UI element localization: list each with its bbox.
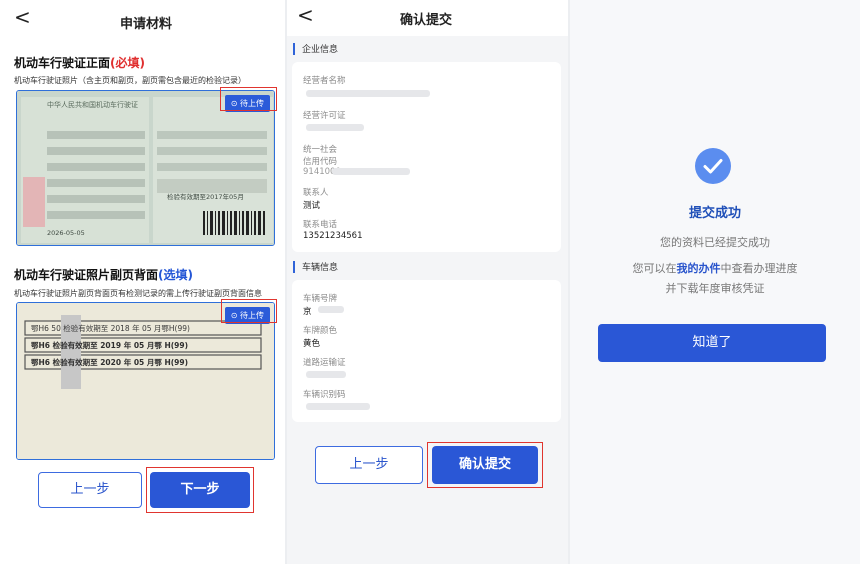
back-chevron-icon[interactable]: < bbox=[14, 7, 31, 27]
front-title-text: 机动车行驶证正面 bbox=[14, 56, 111, 70]
transport-permit-value-redacted bbox=[306, 371, 346, 378]
plate-number-label: 车辆号牌 bbox=[303, 294, 338, 304]
stamp-2019: 鄂H6 检验有效期至 2019 年 05 月鄂 H(99) bbox=[31, 340, 188, 350]
business-license-value-redacted bbox=[306, 124, 364, 131]
front-license-photo[interactable]: 中华人民共和国机动车行驶证 检验有效期至2017年05月 2026-05-05 … bbox=[16, 90, 275, 246]
got-it-button[interactable]: 知道了 bbox=[598, 324, 826, 362]
company-info-header: 企业信息 bbox=[290, 38, 562, 60]
license-front-image: 中华人民共和国机动车行驶证 检验有效期至2017年05月 2026-05-05 bbox=[17, 91, 274, 245]
company-info-card: 经营者名称 经营许可证 统一社会 信用代码 9141000 联系人 测试 联系电… bbox=[292, 62, 561, 252]
submit-success-screen: 提交成功 您的资料已经提交成功 您可以在我的办件中查看办理进度 并下载年度审核凭… bbox=[570, 0, 860, 564]
plate-number-value-redacted bbox=[318, 306, 344, 313]
contact-value: 测试 bbox=[303, 201, 321, 211]
hint-prefix: 您可以在 bbox=[632, 262, 677, 275]
vehicle-info-header-text: 车辆信息 bbox=[302, 263, 339, 273]
phone-label: 联系电话 bbox=[303, 220, 338, 230]
check-circle-icon bbox=[695, 148, 731, 184]
nav-bar: < 确认提交 bbox=[287, 0, 568, 36]
prev-step-button[interactable]: 上一步 bbox=[315, 446, 423, 484]
operator-name-label: 经营者名称 bbox=[303, 76, 346, 86]
back-chevron-icon[interactable]: < bbox=[297, 5, 314, 25]
success-title: 提交成功 bbox=[688, 206, 741, 221]
page-title: 申请材料 bbox=[120, 17, 173, 32]
highlight-submit-button bbox=[427, 442, 543, 488]
credit-code-value-redacted bbox=[332, 168, 410, 175]
optional-tag: (选填) bbox=[158, 268, 193, 282]
success-hint-line2: 并下载年度审核凭证 bbox=[665, 282, 765, 295]
page-title: 确认提交 bbox=[400, 13, 453, 28]
section-accent-bar bbox=[293, 43, 295, 55]
section-accent-bar bbox=[293, 261, 295, 273]
success-subtitle: 您的资料已经提交成功 bbox=[660, 236, 770, 249]
vehicle-info-header: 车辆信息 bbox=[290, 256, 562, 278]
plate-color-label: 车牌颜色 bbox=[303, 326, 338, 336]
required-tag: (必填) bbox=[110, 56, 145, 70]
license-front-date-text: 2026-05-05 bbox=[47, 229, 85, 237]
front-section-title: 机动车行驶证正面(必填) bbox=[14, 54, 145, 71]
back-license-photo[interactable]: 鄂H6 50 检验有效期至 2018 年 05 月鄂H(99) 鄂H6 检验有效… bbox=[16, 302, 275, 460]
transport-permit-label: 道路运输证 bbox=[303, 358, 346, 368]
application-materials-screen: < 申请材料 机动车行驶证正面(必填) 机动车行驶证照片（含主页和副页，副页需包… bbox=[0, 0, 285, 564]
phone-value: 13521234561 bbox=[303, 231, 363, 241]
nav-bar: < 申请材料 bbox=[0, 0, 285, 40]
highlight-front-badge bbox=[220, 87, 277, 111]
credit-code-label-line2: 信用代码 bbox=[303, 157, 338, 167]
prev-step-button[interactable]: 上一步 bbox=[38, 472, 142, 508]
plate-number-value: 京 bbox=[303, 307, 312, 317]
stamp-2018: 鄂H6 50 检验有效期至 2018 年 05 月鄂H(99) bbox=[31, 323, 190, 333]
highlight-next-button bbox=[146, 467, 254, 513]
confirm-submit-screen: < 确认提交 企业信息 经营者名称 经营许可证 统一社会 信用代码 914100… bbox=[287, 0, 568, 564]
success-hint-line1: 您可以在我的办件中查看办理进度 bbox=[570, 260, 860, 276]
license-front-header-text: 中华人民共和国机动车行驶证 bbox=[47, 100, 138, 109]
vin-label: 车辆识别码 bbox=[303, 390, 346, 400]
credit-code-label-line1: 统一社会 bbox=[303, 145, 338, 155]
highlight-back-badge bbox=[221, 299, 277, 323]
business-license-label: 经营许可证 bbox=[303, 111, 346, 121]
hint-suffix: 中查看办理进度 bbox=[720, 262, 798, 275]
stamp-2020: 鄂H6 检验有效期至 2020 年 05 月鄂 H(99) bbox=[31, 357, 188, 367]
my-cases-link[interactable]: 我的办件 bbox=[677, 262, 721, 275]
vehicle-info-card: 车辆号牌 京 车牌颜色 黄色 道路运输证 车辆识别码 bbox=[292, 280, 561, 422]
company-info-header-text: 企业信息 bbox=[302, 45, 339, 55]
contact-label: 联系人 bbox=[303, 188, 329, 198]
plate-color-value: 黄色 bbox=[303, 339, 321, 349]
back-title-text: 机动车行驶证照片副页背面 bbox=[14, 268, 159, 282]
front-section-desc: 机动车行驶证照片（含主页和副页，副页需包含最近的检验记录） bbox=[14, 76, 246, 85]
license-front-inspection-text: 检验有效期至2017年05月 bbox=[167, 192, 244, 201]
back-section-title: 机动车行驶证照片副页背面(选填) bbox=[14, 266, 193, 283]
license-back-image: 鄂H6 50 检验有效期至 2018 年 05 月鄂H(99) 鄂H6 检验有效… bbox=[17, 303, 274, 459]
vin-value-redacted bbox=[306, 403, 370, 410]
operator-name-value-redacted bbox=[306, 90, 430, 97]
back-section-desc: 机动车行驶证照片副页背面页有检测记录的需上传行驶证副页背面信息 bbox=[14, 289, 262, 298]
